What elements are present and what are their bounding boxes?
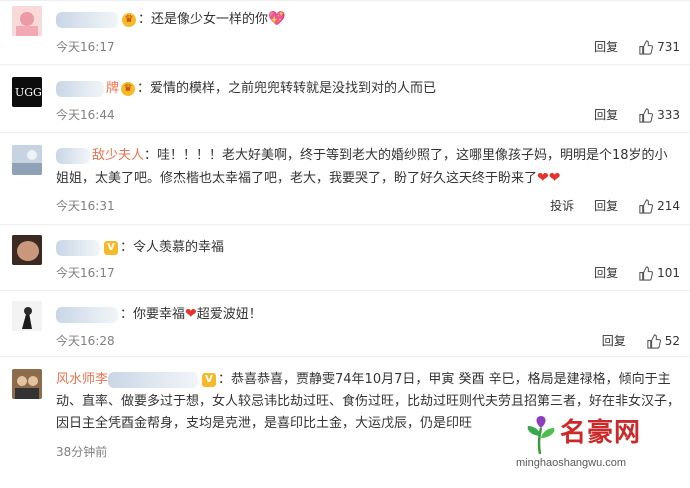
comment-meta: 今天16:31 投诉 回复 214 xyxy=(56,196,680,216)
username[interactable]: 敌少夫人 xyxy=(92,148,144,163)
reply-button[interactable]: 回复 xyxy=(594,263,618,283)
comment-meta: 今天16:17 回复 731 xyxy=(56,37,680,57)
thumbs-up-icon xyxy=(639,107,654,123)
username-blurred[interactable] xyxy=(56,239,100,256)
like-button[interactable]: 333 xyxy=(638,105,680,125)
svg-text:UGG: UGG xyxy=(15,86,42,99)
like-button[interactable]: 52 xyxy=(646,331,680,351)
flower-logo-icon xyxy=(527,416,555,455)
heart-icon: 💖 xyxy=(268,11,286,27)
site-watermark: 名豪网 minghaoshangwu.com xyxy=(510,412,690,487)
comment-text: ：你要幸福 xyxy=(120,307,186,322)
comment-body: 敌少夫人：哇！！！！老大好美啊，终于等到老大的婚纱照了，这哪里像孩子妈，明明是个… xyxy=(56,145,680,190)
like-button[interactable]: 731 xyxy=(638,37,680,57)
watermark-url: minghaoshangwu.com xyxy=(516,457,627,469)
like-count: 731 xyxy=(657,40,680,54)
watermark-title: 名豪网 xyxy=(560,418,642,448)
avatar[interactable] xyxy=(12,235,42,265)
username-blurred[interactable] xyxy=(56,147,90,164)
avatar[interactable] xyxy=(12,145,42,175)
comment-actions: 投诉 回复 214 xyxy=(530,196,680,216)
username[interactable]: 风水师李 xyxy=(56,372,108,387)
crown-icon: ♛ xyxy=(121,81,136,96)
avatar[interactable] xyxy=(12,301,42,331)
comment-item: 敌少夫人：哇！！！！老大好美啊，终于等到老大的婚纱照了，这哪里像孩子妈，明明是个… xyxy=(0,132,690,225)
comment-actions: 回复 333 xyxy=(574,105,680,125)
verified-badge-icon: V xyxy=(104,240,118,255)
avatar[interactable] xyxy=(12,369,42,399)
avatar[interactable]: UGG xyxy=(12,77,42,107)
like-button[interactable]: 214 xyxy=(638,196,680,216)
username[interactable]: 牌 xyxy=(106,81,119,96)
comment-actions: 回复 731 xyxy=(574,37,680,57)
comment-body: ♛ ：还是像少女一样的你💖 xyxy=(56,8,680,31)
like-button[interactable]: 101 xyxy=(638,263,680,283)
comment-actions: 回复 101 xyxy=(574,263,680,283)
comment-item: ：你要幸福❤超爱波妞！ 今天16:28 回复 52 xyxy=(0,290,690,357)
comment-meta: 今天16:17 回复 101 xyxy=(56,263,680,283)
comment-text: ：哇！！！！老大好美啊，终于等到老大的婚纱照了，这哪里像孩子妈，明明是个18岁的… xyxy=(56,148,668,186)
like-count: 333 xyxy=(657,108,680,122)
heart-icon: ❤ xyxy=(548,170,561,186)
avatar[interactable] xyxy=(12,6,42,36)
comment-body: 牌 ♛ ：爱情的模样，之前兜兜转转就是没找到对的人而已 xyxy=(56,78,680,100)
reply-button[interactable]: 回复 xyxy=(594,105,618,125)
comment-item: UGG 牌 ♛ ：爱情的模样，之前兜兜转转就是没找到对的人而已 今天16:44 回复… xyxy=(0,64,690,133)
username-blurred[interactable] xyxy=(56,11,118,28)
timestamp: 今天16:17 xyxy=(56,266,115,280)
timestamp: 今天16:28 xyxy=(56,334,115,348)
reply-button[interactable]: 回复 xyxy=(594,196,618,216)
heart-icon: ❤ xyxy=(537,170,549,186)
thumbs-up-icon xyxy=(639,39,654,55)
report-button[interactable]: 投诉 xyxy=(550,196,574,216)
timestamp: 今天16:31 xyxy=(56,199,115,213)
comment-meta: 今天16:28 回复 52 xyxy=(56,331,680,351)
like-count: 101 xyxy=(657,266,680,280)
thumbs-up-icon xyxy=(639,198,654,214)
username-blurred[interactable] xyxy=(56,306,118,323)
crown-icon: ♛ xyxy=(122,12,136,27)
comment-body: ：你要幸福❤超爱波妞！ xyxy=(56,303,680,326)
timestamp: 今天16:44 xyxy=(56,108,115,122)
like-count: 214 xyxy=(657,199,680,213)
comment-meta: 今天16:44 回复 333 xyxy=(56,105,680,125)
thumbs-up-icon xyxy=(639,265,654,281)
username-blurred[interactable] xyxy=(108,371,199,388)
reply-button[interactable]: 回复 xyxy=(594,37,618,57)
comment-body: V ：令人羡慕的幸福 xyxy=(56,237,680,259)
timestamp: 今天16:17 xyxy=(56,40,115,54)
comment-text: ：爱情的模样，之前兜兜转转就是没找到对的人而已 xyxy=(137,81,437,96)
comment-text: ：令人羡慕的幸福 xyxy=(120,240,225,255)
reply-button[interactable]: 回复 xyxy=(602,331,626,351)
comment-text-2: 超爱波妞！ xyxy=(196,307,262,322)
thumbs-up-icon xyxy=(647,333,661,349)
timestamp: 38分钟前 xyxy=(56,445,108,459)
verified-badge-icon: V xyxy=(202,372,217,387)
username-blurred[interactable] xyxy=(56,80,104,97)
comment-text: ：还是像少女一样的你 xyxy=(138,12,269,27)
like-count: 52 xyxy=(664,334,680,348)
comment-item: V ：令人羡慕的幸福 今天16:17 回复 101 xyxy=(0,224,690,291)
heart-icon: ❤ xyxy=(185,306,197,322)
comment-item: ♛ ：还是像少女一样的你💖 今天16:17 回复 731 xyxy=(0,0,690,65)
comment-actions: 回复 52 xyxy=(582,331,680,351)
